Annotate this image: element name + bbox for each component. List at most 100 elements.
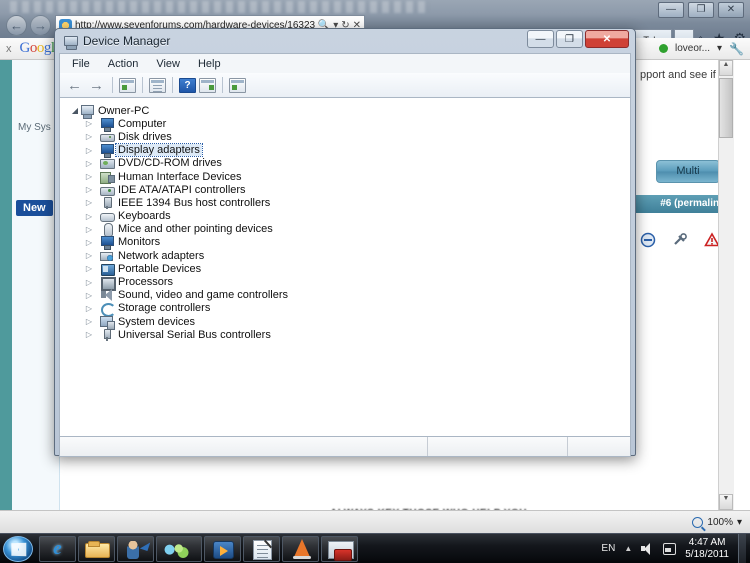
update-driver-button[interactable] [199,77,216,93]
show-hidden-devices-button[interactable] [119,77,136,93]
google-toolbar-close-icon[interactable]: x [6,43,12,55]
tree-item-portable-devices[interactable]: ▷ Portable Devices [64,262,626,276]
close-button[interactable]: ✕ [585,30,629,48]
zoom-control[interactable]: 100% ▾ [692,516,742,528]
expand-arrow-icon[interactable]: ▷ [84,172,94,181]
tree-item-monitors[interactable]: ▷ Monitors [64,236,626,251]
tree-item-universal-serial-bus-controllers[interactable]: ▷ Universal Serial Bus controllers [64,328,626,341]
minimize-button[interactable]: — [527,30,554,48]
menu-view[interactable]: View [148,56,188,72]
scroll-thumb[interactable] [719,78,733,138]
expand-arrow-icon[interactable]: ▷ [84,146,94,155]
expand-arrow-icon[interactable]: ▷ [84,185,94,194]
clock-date: 5/18/2011 [685,548,729,560]
menu-file[interactable]: File [64,56,98,72]
tree-item-label: Storage controllers [118,302,211,315]
start-button[interactable] [3,535,33,562]
expand-arrow-icon[interactable]: ▷ [84,264,94,273]
forward-button[interactable]: → [87,78,106,93]
tree-item-human-interface-devices[interactable]: ▷ Human Interface Devices [64,170,626,184]
tree-item-system-devices[interactable]: ▷ System devices [64,315,626,330]
tree-item-dvd-cd-rom-drives[interactable]: ▷ DVD/CD-ROM drives [64,157,626,170]
browser-forward-button[interactable]: → [30,15,51,36]
tree-item-computer[interactable]: ▷ Computer [64,117,626,132]
taskbar-item-media-player[interactable] [204,535,241,562]
expand-arrow-icon[interactable]: ▷ [84,132,94,141]
tree-item-network-adapters[interactable]: ▷ Network adapters [64,249,626,262]
page-left-accent-bar [0,60,12,510]
scan-hardware-changes-button[interactable] [229,77,246,93]
user-arrow-icon [127,540,139,559]
show-hidden-icons-chevron[interactable]: ▲ [624,544,632,553]
tree-item-label: Display adapters [115,143,203,158]
toolbox-icon [328,540,354,561]
expand-arrow-icon[interactable]: ▷ [84,291,94,300]
action-center-icon[interactable] [663,542,677,555]
menu-help[interactable]: Help [190,56,229,72]
taskbar-item-notepad[interactable] [243,535,280,562]
expand-arrow-icon[interactable]: ▷ [84,159,94,168]
chevron-down-icon[interactable]: ▾ [737,517,742,528]
expand-arrow-icon[interactable]: ▷ [84,330,94,339]
google-account-label[interactable]: loveor... [675,43,710,54]
taskbar-item-windows-explorer[interactable] [78,535,115,562]
chevron-down-icon[interactable]: ▾ [717,43,722,54]
device-manager-titlebar: Device Manager — ❐ ✕ [59,29,631,53]
page-scrollbar[interactable]: ▲ ▼ [718,60,734,510]
expand-arrow-icon[interactable]: ◢ [70,106,80,115]
sound-controller-icon [100,289,114,302]
my-system-specs-link[interactable]: My Sys [18,122,51,133]
monitor-icon [100,236,114,251]
storage-controller-icon [100,302,116,318]
wrench-icon[interactable]: 🔧 [729,42,744,56]
expand-arrow-icon[interactable]: ▷ [84,198,94,207]
taskbar-item-toolbox[interactable] [321,535,358,562]
expand-arrow-icon[interactable]: ▷ [84,278,94,287]
taskbar-item-messenger[interactable] [156,535,202,562]
expand-arrow-icon[interactable]: ▷ [84,251,94,260]
post-action-icons [640,232,720,248]
expand-arrow-icon[interactable]: ▷ [84,317,94,326]
device-tree[interactable]: ◢ Owner-PC ▷ Computer ▷ Disk drives ▷ Di… [59,97,631,437]
screen: — ❐ ✕ ← → http://www.sevenforums.com/har… [0,0,750,563]
device-manager-window[interactable]: Device Manager — ❐ ✕ File Action View He… [54,28,636,457]
tree-item-sound-video-and-game-controllers[interactable]: ▷ Sound, video and game controllers [64,289,626,302]
multi-quote-button[interactable]: Multi [656,160,720,183]
tree-item-ieee-1394-bus-host-controllers[interactable]: ▷ IEEE 1394 Bus host controllers [64,196,626,209]
permalink-bar[interactable]: #6 (permalink) [620,195,734,213]
tree-item-disk-drives[interactable]: ▷ Disk drives [64,130,626,143]
volume-icon[interactable] [641,542,654,555]
language-indicator[interactable]: EN [601,543,615,554]
scroll-down-arrow[interactable]: ▼ [719,494,733,510]
hid-icon [100,171,115,184]
tree-item-processors[interactable]: ▷ Processors [64,275,626,292]
expand-arrow-icon[interactable]: ▷ [84,119,94,128]
properties-button[interactable] [149,77,166,93]
clock[interactable]: 4:47 AM 5/18/2011 [685,537,729,561]
block-icon[interactable] [640,232,656,248]
browser-back-button[interactable]: ← [6,15,27,36]
back-button[interactable]: ← [65,78,84,93]
tree-item-mice-and-other-pointing-devices[interactable]: ▷ Mice and other pointing devices [64,223,626,238]
help-button[interactable]: ? [179,77,196,93]
maximize-button[interactable]: ❐ [556,30,583,48]
tools-icon[interactable] [672,232,688,248]
tree-item-storage-controllers[interactable]: ▷ Storage controllers [64,302,626,318]
tree-item-display-adapters[interactable]: ▷ Display adapters [64,143,626,159]
taskbar-item-user-app[interactable] [117,535,154,562]
taskbar-item-vlc[interactable] [282,535,319,562]
menu-action[interactable]: Action [100,56,147,72]
expand-arrow-icon[interactable]: ▷ [84,304,94,313]
clock-time: 4:47 AM [688,536,726,548]
expand-arrow-icon[interactable]: ▷ [84,225,94,234]
tree-item-label: Universal Serial Bus controllers [118,328,271,341]
expand-arrow-icon[interactable]: ▷ [84,212,94,221]
expand-arrow-icon[interactable]: ▷ [84,238,94,247]
tree-item-keyboards[interactable]: ▷ Keyboards [64,210,626,223]
taskbar-item-internet-explorer[interactable]: e [39,535,76,562]
usb-controller-icon [100,328,114,341]
tree-item-ide-ata-atapi-controllers[interactable]: ▷ IDE ATA/ATAPI controllers [64,183,626,196]
show-desktop-button[interactable] [738,533,746,563]
tree-root-owner-pc[interactable]: ◢ Owner-PC [64,104,626,119]
scroll-up-arrow[interactable]: ▲ [719,60,733,76]
